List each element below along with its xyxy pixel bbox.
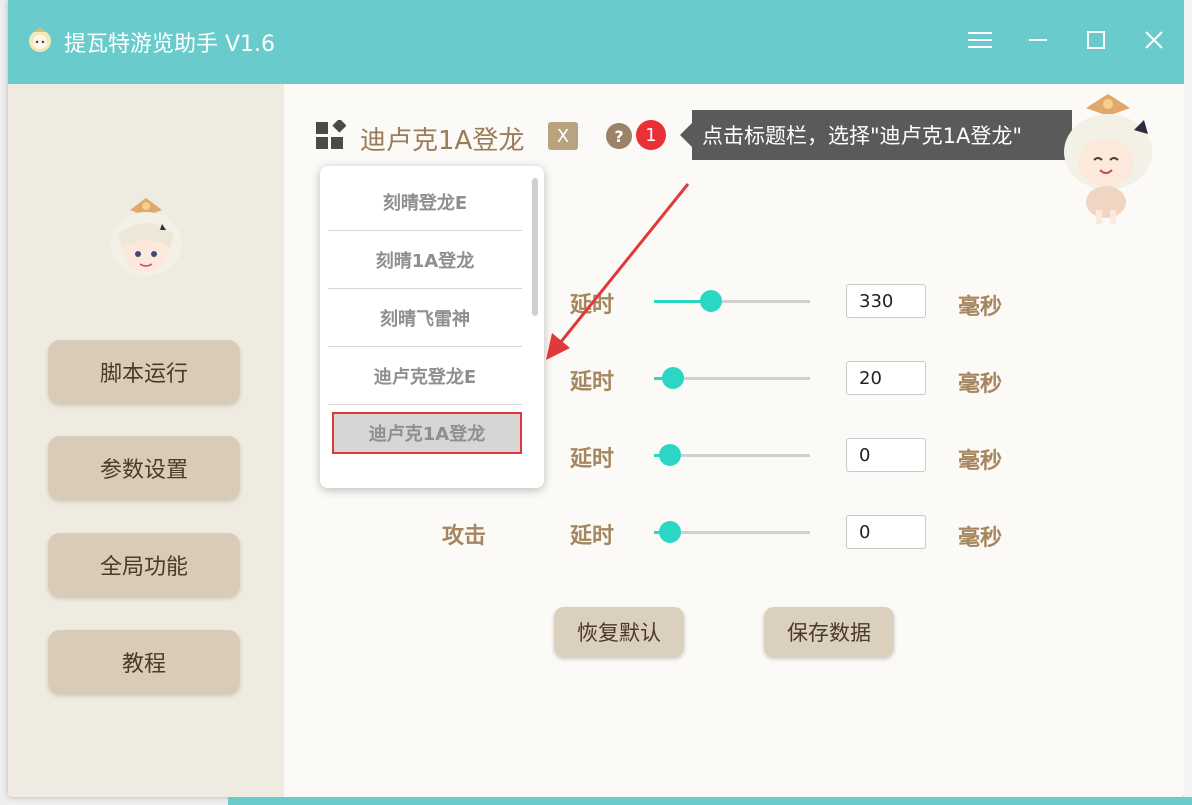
delay-input[interactable] — [846, 284, 926, 318]
app-window: 提瓦特游览助手 V1.6 脚本运行 参数设置 全局功能 教程 迪卢克1A登龙 X… — [8, 0, 1184, 797]
attack-label: 攻击 — [442, 524, 487, 549]
help-icon[interactable]: ? — [606, 123, 632, 149]
nav-tutorial[interactable]: 教程 — [48, 630, 240, 694]
main-content: 迪卢克1A登龙 X ? 1 点击标题栏，选择"迪卢克1A登龙" 刻晴登龙E 刻晴… — [284, 84, 1184, 797]
step-badge: 1 — [636, 120, 666, 150]
delay-slider[interactable] — [654, 366, 810, 390]
delay-label: 延时 — [570, 293, 615, 318]
close-profile-button[interactable]: X — [548, 122, 578, 150]
sidebar: 脚本运行 参数设置 全局功能 教程 — [8, 84, 284, 797]
save-data-button[interactable]: 保存数据 — [764, 607, 894, 657]
delay-label: 延时 — [570, 447, 615, 472]
delay-slider[interactable] — [654, 443, 810, 467]
dropdown-item[interactable]: 迪卢克登龙E — [328, 348, 522, 405]
delay-label: 延时 — [570, 370, 615, 395]
dropdown-item[interactable]: 刻晴登龙E — [328, 174, 522, 231]
delay-input[interactable] — [846, 438, 926, 472]
title-bar[interactable]: 提瓦特游览助手 V1.6 — [8, 0, 1184, 84]
nav-param-settings[interactable]: 参数设置 — [48, 436, 240, 500]
mascot-image — [1064, 94, 1152, 224]
nav-global-functions[interactable]: 全局功能 — [48, 533, 240, 597]
delay-input[interactable] — [846, 361, 926, 395]
maximize-icon[interactable] — [1078, 22, 1114, 58]
nav-script-run[interactable]: 脚本运行 — [48, 340, 240, 404]
slider-thumb[interactable] — [699, 290, 722, 312]
tooltip-text: 点击标题栏，选择"迪卢克1A登龙" — [702, 124, 1023, 148]
dropdown-item[interactable]: 刻晴1A登龙 — [328, 232, 522, 289]
unit-label: 毫秒 — [958, 372, 1003, 397]
profile-title[interactable]: 迪卢克1A登龙 — [360, 120, 524, 157]
slider-thumb[interactable] — [659, 444, 682, 466]
profile-dropdown[interactable]: 刻晴登龙E 刻晴1A登龙 刻晴飞雷神 迪卢克登龙E 迪卢克1A登龙 — [320, 166, 544, 488]
grid-icon — [316, 120, 346, 149]
dropdown-item[interactable]: 刻晴飞雷神 — [328, 290, 522, 347]
unit-label: 毫秒 — [958, 295, 1003, 320]
background-window-strip — [228, 797, 1192, 805]
restore-defaults-button[interactable]: 恢复默认 — [554, 607, 684, 657]
unit-label: 毫秒 — [958, 526, 1003, 551]
close-icon[interactable] — [1136, 22, 1172, 58]
dropdown-scrollbar[interactable] — [532, 178, 538, 316]
unit-label: 毫秒 — [958, 449, 1003, 474]
minimize-icon[interactable] — [1020, 22, 1056, 58]
delay-slider[interactable] — [654, 289, 810, 313]
paimon-icon — [29, 28, 51, 52]
delay-slider[interactable] — [654, 520, 810, 544]
delay-label: 延时 — [570, 524, 615, 549]
dropdown-item-selected[interactable]: 迪卢克1A登龙 — [332, 412, 522, 454]
hamburger-icon[interactable] — [962, 22, 998, 58]
avatar — [110, 198, 182, 276]
slider-thumb[interactable] — [659, 521, 682, 543]
delay-input[interactable] — [846, 515, 926, 549]
window-title: 提瓦特游览助手 V1.6 — [64, 32, 276, 57]
tooltip: 点击标题栏，选择"迪卢克1A登龙" — [680, 110, 1072, 160]
background-window-edge — [1184, 0, 1192, 805]
slider-thumb[interactable] — [662, 367, 685, 389]
